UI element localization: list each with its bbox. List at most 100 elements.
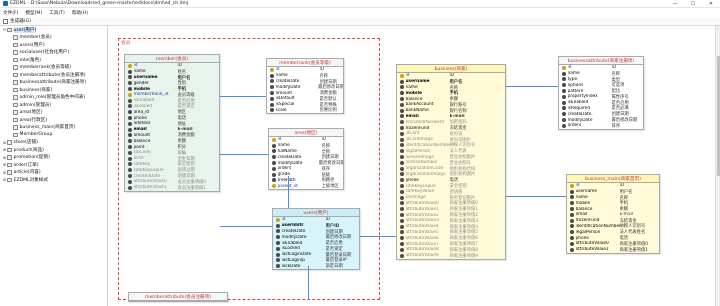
field-row[interactable]: attributeValue1 商家注册项值1 [567, 247, 659, 253]
field-name: username [405, 79, 430, 85]
tree-node[interactable]: business(商家) [0, 86, 107, 94]
field-name: mobile [133, 86, 150, 92]
key-icon [270, 67, 274, 72]
entity-title[interactable]: business_main(商家首页) [567, 175, 659, 183]
field-icon [128, 145, 132, 150]
entity-title[interactable]: area(地区) [269, 129, 343, 137]
relationship-line[interactable] [506, 196, 566, 197]
field-icon [128, 179, 132, 184]
relationship-line[interactable] [360, 236, 396, 237]
table-icon [13, 95, 18, 100]
menu-tools[interactable]: 工具(T) [49, 10, 65, 16]
field-name: zipCode [133, 150, 151, 156]
entity-title[interactable]: memberrank(会员等级) [267, 59, 343, 67]
tree-node[interactable]: member(会员) [0, 34, 107, 42]
vertical-scrollbar[interactable] [715, 26, 720, 306]
field-row[interactable]: legalPerson 法人代表姓名 [567, 229, 659, 235]
relationship-line[interactable] [308, 266, 309, 300]
tree-node[interactable]: memberrank(会员等级) [0, 64, 107, 72]
relationship-line[interactable] [220, 154, 268, 155]
entity-title[interactable]: users(用户) [273, 209, 359, 217]
entity-title[interactable]: member(会员) [125, 55, 219, 63]
field-icon [400, 166, 404, 171]
tree-node[interactable]: admin(管理员) [0, 101, 107, 109]
tree-node[interactable]: users(用户) [0, 41, 107, 49]
field-name: name [277, 143, 290, 149]
field-row[interactable]: attributeValue1 会员注册项值1 [125, 185, 219, 191]
entity-business[interactable]: business(商家) id ID username 用户名 name 名称 mobile 手… [396, 64, 506, 260]
folder-icon [7, 177, 12, 182]
entity-business-main[interactable]: business_main(商家首页) id ID username 用户名 name 名称… [566, 174, 660, 254]
tree-node[interactable]: area(地区) [0, 109, 107, 117]
field-row[interactable]: scale 优惠比例 [267, 108, 343, 113]
tree-node[interactable]: ⊟ user(用户) [0, 26, 107, 34]
field-row[interactable]: modifyDate 最后修改日期 [273, 234, 359, 240]
entity-title[interactable]: business(商家) [397, 65, 505, 73]
field-icon [272, 155, 276, 160]
toolbar: 生成器(G) [0, 17, 720, 26]
tree-node[interactable]: ⊞ order(订单) [0, 161, 107, 169]
relationship-line[interactable] [506, 86, 558, 87]
entity-title[interactable]: memberattribute(会员注册项) [129, 293, 227, 301]
field-name: createDate [567, 111, 592, 117]
field-row[interactable]: orders 排序 [559, 123, 643, 129]
field-name: attributeValue6 [405, 235, 439, 241]
tree-node-label: role(角色) [19, 57, 41, 63]
tree-node[interactable]: ⊞ EZDML对象样式 [0, 176, 107, 184]
field-row[interactable]: modifyDate 最后修改日期 [269, 160, 343, 166]
diagram-canvas[interactable]: 会员 member(会员) id ID name 姓名 username 用户名 gender… [108, 26, 720, 306]
tree-node[interactable]: ⊞ product(商品) [0, 146, 107, 154]
entity-member[interactable]: member(会员) id ID name 姓名 username 用户名 gender 性别 m… [124, 54, 220, 192]
tree-node[interactable]: socialuser(社会化用户) [0, 49, 107, 57]
folder-icon [7, 27, 12, 32]
field-name: attributeValue0 [405, 200, 439, 206]
table-icon [13, 87, 18, 92]
menu-help[interactable]: 帮助(H) [72, 10, 88, 16]
tree-node[interactable]: business_main(商家首页) [0, 124, 107, 132]
entity-title[interactable]: businessattribute(商家注册项) [559, 57, 643, 65]
relationship-line[interactable] [288, 176, 289, 208]
field-row[interactable]: lastLoginIp 最后登录IP [273, 258, 359, 263]
table-icon [13, 110, 18, 115]
field-name: bankAccount [405, 102, 434, 108]
tree-node-label: memberrank(会员等级) [19, 65, 72, 71]
field-row[interactable]: parent_id上级地区 [269, 183, 343, 189]
relationship-line[interactable] [220, 96, 266, 97]
field-name: lockDate [281, 263, 301, 269]
entity-users[interactable]: users(用户) id ID userIdstr 用户ID createDate 创建日期… [272, 208, 360, 271]
tree-node[interactable]: ⊞ promotion(促销) [0, 154, 107, 162]
field-row[interactable]: attributeValue9 商家注册项值9 [397, 253, 505, 259]
field-name: amount [133, 132, 151, 138]
field-name: lastLoginDate [281, 252, 312, 258]
menu-model[interactable]: 模型(M) [25, 10, 42, 16]
menu-file[interactable]: 文件(F) [3, 10, 18, 16]
tree-node[interactable]: role(角色) [0, 56, 107, 64]
entity-area[interactable]: area(地区) id ID name 名称 fullName 全称 createDate 创建… [268, 128, 344, 191]
tree-node[interactable]: admin_role(管理员角色中间表) [0, 94, 107, 102]
close-button[interactable]: ✕ [702, 0, 720, 8]
generator-button[interactable]: 生成器(G) [3, 18, 31, 24]
tree-node[interactable]: businessattribute(商家注册项) [0, 79, 107, 87]
folder-icon [7, 140, 12, 145]
field-row[interactable]: modifyDate 最后修改日期 [559, 117, 643, 123]
entity-businessattribute[interactable]: businessattribute(商家注册项) id ID name 名称 type 类型… [558, 56, 644, 130]
field-row[interactable]: lockDate 锁定日期 [273, 263, 359, 269]
entity-memberrank[interactable]: memberrank(会员等级) id ID name 名称 createDate 创建日期… [266, 58, 344, 115]
entity-memberattribute[interactable]: memberattribute(会员注册项) [128, 292, 228, 302]
tree-node[interactable]: ⊞ article(内容) [0, 169, 107, 177]
field-icon [562, 106, 566, 111]
tree-node-label: article(内容) [13, 170, 41, 176]
field-name: isRequired [567, 105, 591, 111]
tree-node[interactable]: area(行政区) [0, 116, 107, 124]
field-icon [570, 189, 574, 194]
tree-node-label: business_main(商家首页) [19, 125, 76, 131]
tree-node[interactable]: memberattribute(会员注册项) [0, 71, 107, 79]
field-name: email [133, 127, 147, 133]
field-icon [400, 102, 404, 107]
field-icon [270, 85, 274, 90]
tree-node[interactable]: MemberGroup [0, 131, 107, 139]
maximize-button[interactable]: ☐ [684, 0, 702, 8]
tree-node[interactable]: ⊞ store(店铺) [0, 139, 107, 147]
relationship-line[interactable] [220, 226, 272, 227]
minimize-button[interactable]: — [666, 0, 684, 8]
